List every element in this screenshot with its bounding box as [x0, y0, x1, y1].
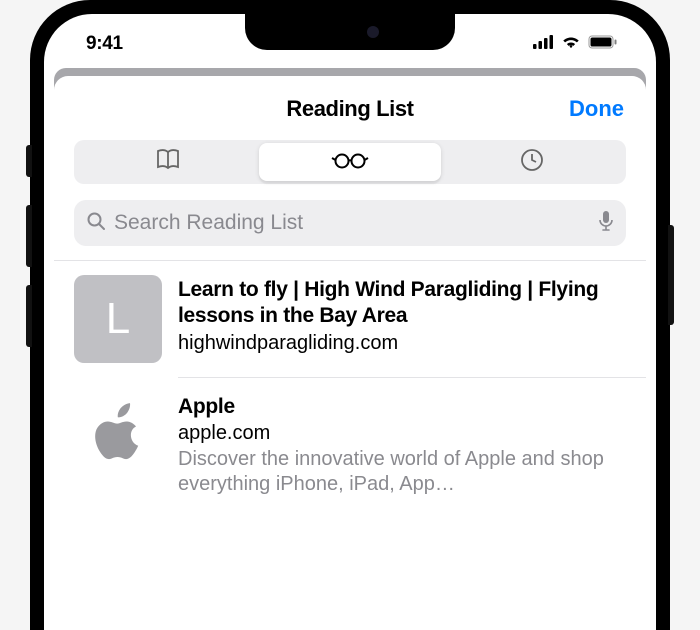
sheet-header: Reading List Done [54, 92, 646, 140]
mute-switch [26, 145, 32, 177]
volume-down-button [26, 285, 32, 347]
list-item[interactable]: L Learn to fly | High Wind Paragliding |… [54, 261, 646, 377]
microphone-icon[interactable] [598, 210, 614, 237]
tab-reading-list[interactable] [259, 143, 441, 181]
list-item[interactable]: Apple apple.com Discover the innovative … [54, 378, 646, 511]
tab-history[interactable] [441, 143, 623, 181]
item-title: Apple [178, 394, 626, 420]
cellular-icon [533, 35, 554, 54]
item-description: Discover the innovative world of Apple a… [178, 447, 626, 497]
list-item-content: Apple apple.com Discover the innovative … [178, 392, 626, 497]
list-item-content: Learn to fly | High Wind Paragliding | F… [178, 275, 626, 355]
battery-icon [588, 35, 618, 54]
thumbnail-letter: L [74, 275, 162, 363]
item-title: Learn to fly | High Wind Paragliding | F… [178, 277, 626, 330]
status-time: 9:41 [86, 33, 123, 55]
search-input[interactable]: Search Reading List [74, 200, 626, 246]
notch [245, 14, 455, 50]
bookmarks-segmented-control[interactable] [74, 140, 626, 184]
volume-up-button [26, 205, 32, 267]
clock-icon [519, 147, 545, 178]
reading-list: L Learn to fly | High Wind Paragliding |… [54, 260, 646, 511]
power-button [668, 225, 674, 325]
search-icon [86, 211, 106, 236]
done-button[interactable]: Done [569, 96, 624, 122]
sheet-title: Reading List [286, 96, 413, 122]
item-domain: highwindparagliding.com [178, 332, 626, 355]
item-domain: apple.com [178, 422, 626, 445]
glasses-icon [330, 150, 370, 175]
wifi-icon [561, 35, 581, 54]
status-indicators [533, 35, 618, 54]
reading-list-sheet: Reading List Done [54, 76, 646, 630]
phone-hardware-frame: 9:41 Reading List Done [30, 0, 670, 630]
search-placeholder: Search Reading List [114, 211, 590, 235]
thumbnail-icon [74, 392, 162, 480]
book-open-icon [153, 148, 183, 177]
tab-bookmarks[interactable] [77, 143, 259, 181]
screen: 9:41 Reading List Done [44, 14, 656, 630]
